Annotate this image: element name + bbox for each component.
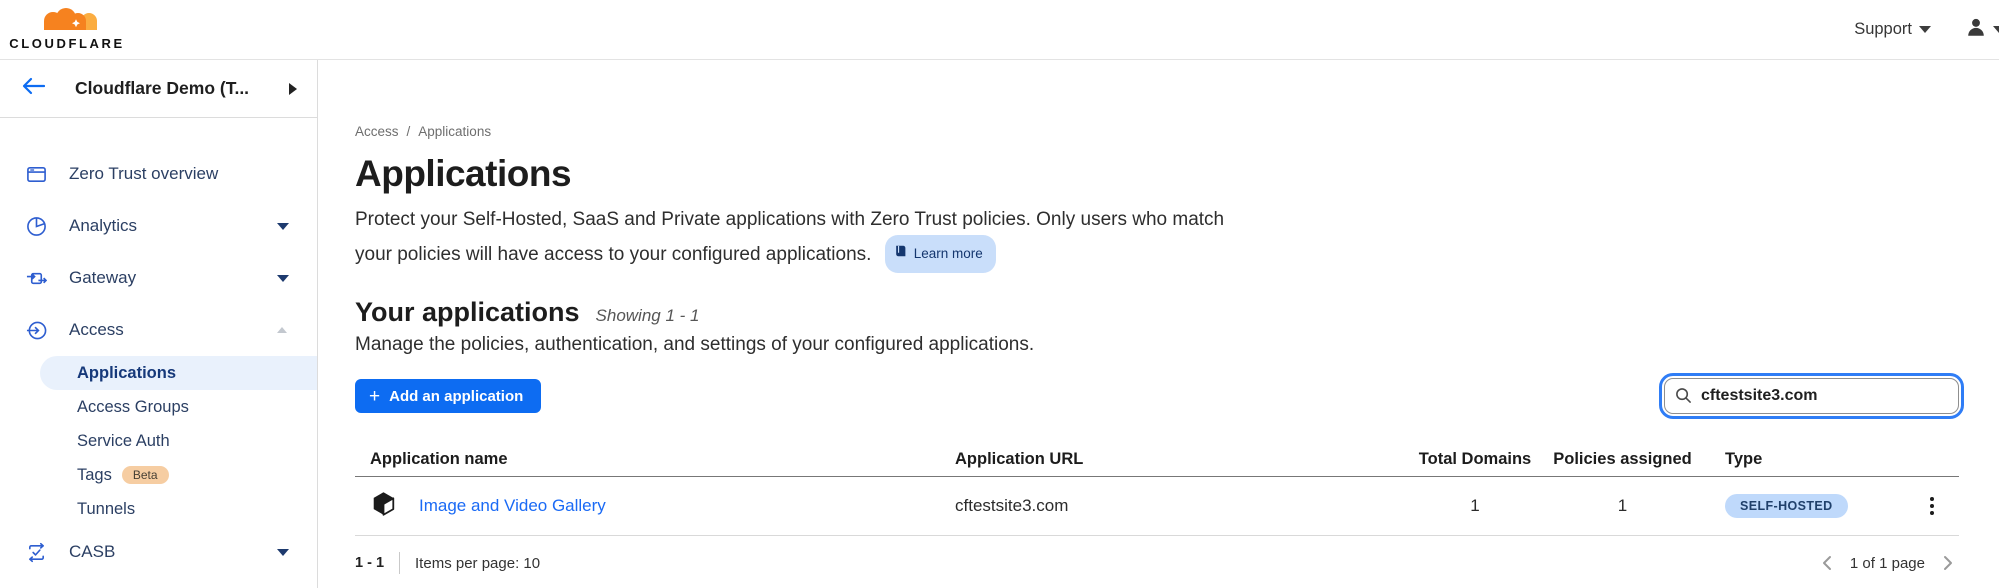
sidebar-item-tunnels[interactable]: Tunnels [0,492,317,526]
applications-table: Application name Application URL Total D… [355,442,1959,574]
chevron-down-icon [1993,26,1999,33]
sidebar-item-gateway[interactable]: Gateway [0,252,317,304]
sidebar-subitem-label: Tunnels [77,500,135,519]
sidebar-item-tags[interactable]: Tags Beta [0,458,317,492]
sidebar-item-label: Gateway [69,268,136,288]
table-row: Image and Video Gallery cftestsite3.com … [355,477,1959,536]
table-footer-left: 1 - 1 Items per page: 10 [355,552,540,574]
page-indicator: 1 of 1 page [1850,555,1925,572]
main-content: Access / Applications Applications Prote… [318,60,1999,588]
pagination: 1 of 1 page [1820,555,1955,572]
sidebar-item-access[interactable]: Access [0,304,317,356]
chevron-down-icon [277,549,289,556]
showing-count: Showing 1 - 1 [596,306,700,326]
sidebar-item-access-groups[interactable]: Access Groups [0,390,317,424]
chevron-up-icon [277,327,287,333]
support-label: Support [1854,20,1912,39]
cloudflare-logo[interactable]: CLOUDFLARE [15,8,119,51]
add-application-button[interactable]: + Add an application [355,379,541,413]
column-application-name: Application name [355,450,955,469]
window-icon [26,164,47,185]
sidebar-item-label: Access [69,320,124,340]
page-description: Protect your Self-Hosted, SaaS and Priva… [355,205,1235,273]
toolbar: + Add an application [355,378,1959,414]
breadcrumb: Access / Applications [355,124,1959,139]
application-link[interactable]: Image and Video Gallery [419,496,606,516]
self-hosted-badge: SELF-HOSTED [1725,494,1848,519]
column-total-domains: Total Domains [1405,450,1545,469]
chevron-down-icon [1919,26,1931,33]
chevron-right-icon[interactable] [1941,555,1955,571]
body: Cloudflare Demo (T... Zero Trust overvie… [0,60,1999,588]
add-application-label: Add an application [389,388,523,405]
section-header: Your applications Showing 1 - 1 [355,297,1959,328]
sidebar-item-casb[interactable]: CASB [0,526,317,578]
access-icon [26,320,47,341]
sidebar-item-label: Zero Trust overview [69,164,218,184]
chevron-left-icon[interactable] [1820,555,1834,571]
back-arrow-icon[interactable] [22,77,45,100]
policies-assigned-cell: 1 [1545,496,1700,516]
chevron-down-icon [277,223,289,230]
chevron-down-icon [277,275,289,282]
page-title: Applications [355,153,1959,195]
book-icon [894,239,908,269]
breadcrumb-applications: Applications [418,124,491,139]
expand-panel-icon[interactable] [289,83,297,95]
cube-icon [370,490,397,522]
top-bar: CLOUDFLARE Support [0,0,1999,60]
type-cell: SELF-HOSTED [1700,494,1905,519]
column-type: Type [1700,450,1905,469]
plus-icon: + [369,387,380,406]
column-application-url: Application URL [955,450,1405,469]
access-subnav: Applications Access Groups Service Auth … [0,356,317,526]
pie-chart-icon [26,216,47,237]
column-policies-assigned: Policies assigned [1545,450,1700,469]
section-title: Your applications [355,297,580,328]
account-name[interactable]: Cloudflare Demo (T... [75,78,249,99]
item-range: 1 - 1 [355,555,384,571]
sidebar-item-label: CASB [69,542,115,562]
sidebar-subitem-label: Service Auth [77,432,170,451]
support-menu[interactable]: Support [1854,20,1931,39]
sidebar-item-label: Analytics [69,216,137,236]
breadcrumb-access[interactable]: Access [355,124,399,139]
casb-icon [26,542,47,563]
search-input[interactable] [1664,378,1959,414]
beta-badge: Beta [122,466,169,484]
sidebar-item-zero-trust-overview[interactable]: Zero Trust overview [0,148,317,200]
sidebar: Cloudflare Demo (T... Zero Trust overvie… [0,60,318,588]
footer-divider [399,552,400,574]
cloudflare-cloud-icon [32,8,102,35]
search-box [1664,378,1959,414]
learn-more-button[interactable]: Learn more [885,235,996,273]
sidebar-subitem-label: Access Groups [77,398,189,417]
page-description-text: Protect your Self-Hosted, SaaS and Priva… [355,209,1224,265]
user-avatar-icon [1965,16,1987,43]
breadcrumb-separator: / [407,124,411,139]
items-per-page[interactable]: Items per page: 10 [415,555,540,572]
application-url-cell: cftestsite3.com [955,496,1405,516]
table-footer: 1 - 1 Items per page: 10 1 of 1 page [355,552,1959,574]
page: CLOUDFLARE Support [0,0,1999,588]
sidebar-subitem-label: Tags [77,466,112,485]
row-actions-kebab-icon[interactable] [1926,493,1938,519]
sidebar-item-analytics[interactable]: Analytics [0,200,317,252]
sidebar-item-applications[interactable]: Applications [40,356,317,390]
cloudflare-wordmark: CLOUDFLARE [9,36,125,51]
user-menu[interactable] [1965,16,1999,43]
total-domains-cell: 1 [1405,496,1545,516]
learn-more-label: Learn more [914,239,983,269]
section-description: Manage the policies, authentication, and… [355,334,1959,356]
topbar-right: Support [1854,16,1999,43]
sidebar-subitem-label: Applications [77,364,176,383]
sidebar-item-service-auth[interactable]: Service Auth [0,424,317,458]
application-name-cell: Image and Video Gallery [355,490,955,522]
sidebar-nav: Zero Trust overview Analytics [0,118,317,578]
table-header-row: Application name Application URL Total D… [355,442,1959,477]
sidebar-account-header: Cloudflare Demo (T... [0,60,317,118]
gateway-icon [26,268,47,289]
